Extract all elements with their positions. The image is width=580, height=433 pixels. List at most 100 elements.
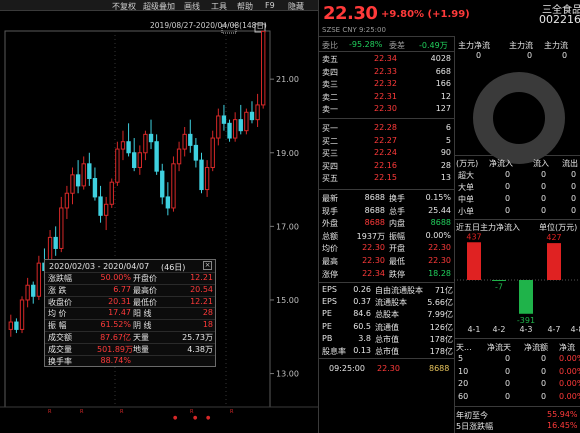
five-day-bar-value: 427 [546, 233, 561, 242]
candle-body [132, 152, 137, 168]
fundamental-value: 0.13 [353, 346, 371, 355]
interval-range: 2020/02/03 - 2020/04/07 [49, 262, 150, 271]
market-info: SZSE CNY 9:25:00 [322, 26, 386, 34]
stat-value: 50.00% [100, 273, 131, 282]
flow-value: 0 [541, 206, 547, 215]
period-value: 0 [505, 366, 511, 376]
period-header: 净流天 [487, 343, 511, 352]
candle-body [109, 181, 114, 205]
last-trade-time: 09:25:00 [329, 364, 365, 373]
flow-header: (万元) [456, 159, 479, 168]
orderbook-level: 卖四 [322, 67, 338, 77]
event-marker: R [120, 409, 124, 415]
orderbook-volume: 166 [435, 79, 451, 89]
five-day-bar [467, 242, 481, 280]
stat-label: 阴 线 [133, 321, 152, 331]
date-range-label: 2019/08/27-2020/04/08(148日) [150, 21, 267, 30]
stat-value: 501.89万 [97, 344, 133, 354]
fundamental-label: PB [322, 333, 333, 343]
fundamental-value: 3.8 [358, 333, 371, 343]
stat-label: 开盘价 [133, 274, 157, 283]
capital-header: 主力净流 [458, 41, 490, 50]
fundamental-value: 0.26 [353, 285, 371, 294]
period-pct: 0.00% [559, 379, 580, 389]
flow-value: 0 [505, 194, 511, 203]
orderbook-volume: 13 [440, 173, 451, 183]
orderbook-volume: 28 [440, 160, 451, 170]
candle-body [75, 174, 81, 187]
quote-panel: 22.30 +9.80% (+1.99) 三全食品 002216 SZSE CN… [318, 0, 580, 433]
price-tick-label: 15.00 [276, 296, 299, 305]
orderbook-level: 卖五 [322, 55, 338, 64]
orderbook-level: 买四 [322, 161, 338, 171]
fundamental-value: 126亿 [429, 322, 453, 332]
fundamental-label: 股息率 [322, 347, 346, 356]
period-pct: 0.00% [559, 366, 580, 376]
five-day-bar [519, 280, 533, 314]
capital-value: 0 [527, 51, 533, 60]
stat-value: 1937万 [356, 231, 385, 241]
orderbook-price: 22.28 [374, 123, 397, 132]
period-value: 0 [505, 379, 511, 389]
stat-value: 17.47 [108, 308, 131, 318]
period-value: 0 [541, 366, 547, 376]
period-value: 0 [505, 354, 511, 363]
flow-value: 0 [541, 170, 547, 179]
period-days: 10 [458, 366, 469, 376]
orderbook-price: 22.16 [374, 160, 397, 170]
capital-value: 0 [562, 51, 568, 60]
stat-label: 最低价 [133, 297, 157, 307]
stat-label: 跌停 [389, 269, 405, 279]
candle-body [31, 284, 36, 297]
candle-body [221, 115, 227, 124]
period-value: 0 [541, 379, 547, 389]
orderbook-volume: 127 [435, 104, 451, 114]
fundamental-value: 178亿 [429, 347, 453, 356]
toolbar-f9[interactable]: F9 [265, 1, 275, 10]
candle-body [193, 144, 199, 161]
capital-header: 主力流 [544, 41, 568, 50]
last-price: 22.30 [323, 3, 378, 24]
flow-row-label: 超大 [458, 171, 474, 180]
fundamental-label: PE [322, 309, 332, 319]
flow-value: 0 [571, 170, 577, 179]
kline-chart[interactable]: 2019/08/27-2020/04/08(148日) 21.00 19.00 17… [0, 11, 318, 433]
fundamental-value: 0.37 [353, 297, 371, 307]
flow-row-label: 小单 [458, 207, 474, 216]
stat-value: 0.15% [425, 193, 451, 202]
flow-value: 0 [571, 206, 577, 215]
weibi-label: 委比 [322, 41, 338, 50]
candle-body [204, 166, 210, 191]
fundamental-value: 60.5 [353, 321, 371, 331]
five-day-change-label: 5日涨跌幅 [456, 422, 494, 431]
orderbook-level: 卖二 [322, 92, 338, 102]
stat-label: 成交额 [48, 333, 72, 342]
event-marker: R [48, 409, 52, 415]
fundamental-label: 总股本 [375, 310, 399, 320]
weicha-label: 委差 [389, 41, 405, 50]
close-icon[interactable]: × [203, 261, 212, 270]
orderbook-volume: 5 [445, 135, 451, 145]
candle-body [171, 163, 176, 209]
five-day-bar-label: 4-1 [467, 325, 480, 334]
stat-value: 22.34 [362, 268, 385, 278]
candle-body [137, 152, 142, 168]
candle-body [154, 141, 159, 172]
orderbook-price: 22.33 [374, 66, 397, 76]
period-days: 5 [458, 354, 464, 363]
orderbook-price: 22.27 [374, 135, 397, 145]
flow-row-label: 大单 [458, 183, 474, 192]
stat-label: 均价 [322, 244, 338, 254]
candle-body [103, 203, 109, 216]
stat-label: 开盘 [389, 244, 405, 254]
stat-label: 最新 [322, 194, 338, 203]
fundamental-value: 5.66亿 [427, 298, 453, 308]
stat-label: 最高价 [133, 285, 157, 295]
stat-value: 12.21 [190, 296, 213, 306]
orderbook-price: 22.34 [374, 54, 397, 63]
ytd-value: 55.94% [547, 410, 578, 419]
price-tick-label: 13.00 [276, 370, 299, 379]
event-marker: ● [193, 415, 198, 421]
period-value: 0 [541, 354, 547, 363]
candle-body [53, 236, 58, 249]
